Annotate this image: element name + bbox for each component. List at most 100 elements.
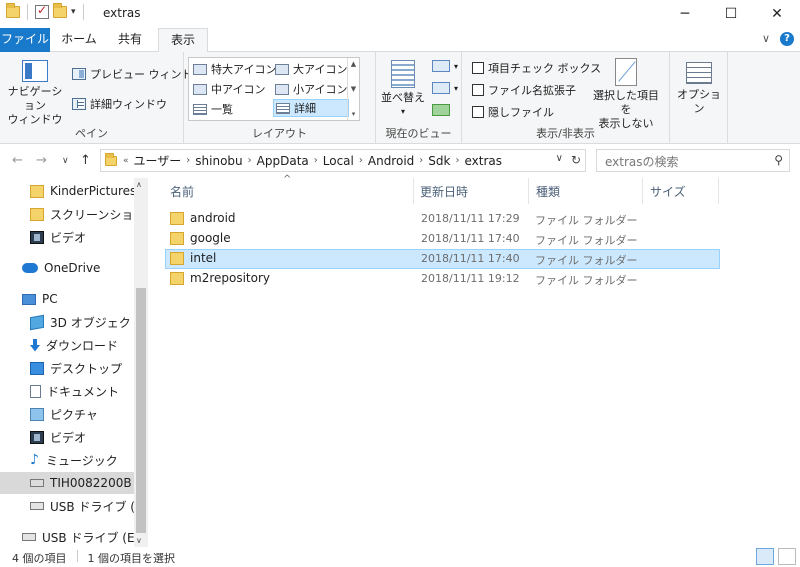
chevron-right-icon[interactable]: › [419,155,423,166]
forward-arrow-icon[interactable]: → [36,153,47,168]
tab-home[interactable]: ホーム [56,28,102,52]
column-header-name[interactable]: 名前 [170,178,194,204]
search-icon[interactable]: ⚲ [774,153,783,167]
sidebar-item-downloads[interactable]: ダウンロード [0,334,134,356]
scroll-up-icon[interactable]: ▲ [351,60,356,68]
scroll-up-icon[interactable]: ∧ [136,180,142,189]
column-header-size[interactable]: サイズ [650,178,686,204]
sidebar-scrollbar[interactable]: ∧ ∨ [134,178,148,547]
up-arrow-icon[interactable]: ↑ [80,153,91,168]
file-extensions[interactable]: ファイル名拡張子 [472,82,576,98]
sidebar-item-usb-e[interactable]: USB ドライブ (E:) [0,495,148,517]
tab-view[interactable]: 表示 [158,28,208,53]
ribbon-collapse-icon[interactable]: ∨ [762,32,770,46]
sidebar-item-pictures[interactable]: ピクチャ [0,403,134,425]
layout-large-icons[interactable]: 大アイコン [273,60,349,78]
layout-list[interactable]: 一覧 [191,100,235,118]
file-row[interactable]: m2repository 2018/11/11 19:12 ファイル フォルダー [165,269,720,289]
refresh-icon[interactable]: ↻ [571,153,581,167]
navigation-pane-label: ナビゲーション ウィンドウ [7,85,63,126]
layout-gallery-scroll[interactable]: ▲ ▼ ▾ [347,58,359,120]
chevron-right-icon[interactable]: › [314,155,318,166]
sidebar-item-drive-c[interactable]: TIH0082200B (C:) [0,472,148,494]
new-folder-icon[interactable] [53,3,67,18]
sidebar-item-screenshots[interactable]: スクリーンショット [0,203,148,225]
breadcrumb-local[interactable]: Local [323,154,354,168]
sort-by-button[interactable]: 並べ替え ▾ [380,60,426,119]
details-icon [276,102,290,114]
file-extensions-label: ファイル名拡張子 [488,84,576,97]
details-pane-button[interactable]: 詳細ウィンドウ [72,96,167,112]
maximize-button[interactable]: ☐ [708,0,754,28]
recent-locations-icon[interactable]: ∨ [62,156,69,166]
sidebar-item-videos[interactable]: ビデオ [0,226,134,248]
address-bar[interactable]: « ユーザー › shinobu › AppData › Local › Android… [100,149,586,172]
size-columns-button[interactable] [432,104,450,116]
details-view-icon[interactable] [756,548,774,565]
sidebar-scroll-thumb[interactable] [136,288,146,533]
add-columns-button[interactable]: ▾ [432,82,458,94]
layout-medium-icons[interactable]: 中アイコン [191,80,267,98]
column-divider[interactable] [413,178,414,204]
layout-small-icons[interactable]: 小アイコン [273,80,349,98]
back-arrow-icon[interactable]: ← [12,153,23,168]
column-divider[interactable] [718,178,719,204]
quick-access-toolbar: ▾ [6,3,87,20]
file-row-selected[interactable]: intel 2018/11/11 17:40 ファイル フォルダー [165,249,720,269]
group-by-button[interactable]: ▾ [432,60,458,72]
hidden-items-checkbox[interactable] [472,106,484,118]
breadcrumb-sdk[interactable]: Sdk [428,154,450,168]
breadcrumb-shinobu[interactable]: shinobu [195,154,242,168]
layout-details[interactable]: 詳細 [273,99,349,117]
sidebar-item-pc[interactable]: PC [0,288,134,310]
item-check-boxes-checkbox[interactable] [472,62,484,74]
scroll-down-icon[interactable]: ∨ [136,536,142,545]
search-box[interactable]: extrasの検索 ⚲ [596,149,790,172]
chevron-right-icon[interactable]: › [186,155,190,166]
hide-selected-button[interactable]: 選択した項目を 表示しない [588,58,664,131]
details-pane-icon [72,98,86,110]
chevron-right-icon[interactable]: › [248,155,252,166]
help-icon[interactable]: ? [780,32,794,46]
options-button[interactable]: オプション [674,62,724,116]
status-bar: 4 個の項目 1 個の項目を選択 [0,547,800,567]
breadcrumb-android[interactable]: Android [368,154,414,168]
minimize-button[interactable]: ─ [662,0,708,28]
sidebar-item-music[interactable]: ♪ ミュージック [0,449,134,471]
breadcrumb-overflow[interactable]: « [123,156,129,166]
column-divider[interactable] [528,178,529,204]
sidebar-item-3d-objects[interactable]: 3D オブジェクト [0,311,143,333]
layout-extra-large-icons[interactable]: 特大アイコン [191,60,278,78]
properties-icon[interactable] [35,3,49,19]
sidebar-item-onedrive[interactable]: OneDrive [0,257,134,279]
address-dropdown-icon[interactable]: ∨ [556,153,563,167]
sidebar-item-desktop[interactable]: デスクトップ [0,357,134,379]
breadcrumb-appdata[interactable]: AppData [257,154,309,168]
file-extensions-checkbox[interactable] [472,84,484,96]
close-button[interactable]: ✕ [754,0,800,28]
gallery-more-icon[interactable]: ▾ [352,110,356,118]
scroll-down-icon[interactable]: ▼ [351,85,356,93]
qat-dropdown-icon[interactable]: ▾ [71,7,76,17]
navigation-pane-button[interactable]: ナビゲーション ウィンドウ [4,60,66,127]
column-header-type[interactable]: 種類 [536,178,560,204]
sidebar-item-kinderpictures[interactable]: KinderPictures [0,180,136,202]
breadcrumb-users[interactable]: ユーザー [134,152,182,169]
sidebar-item-documents[interactable]: ドキュメント [0,380,134,402]
chevron-right-icon[interactable]: › [359,155,363,166]
breadcrumb-extras[interactable]: extras [464,154,502,168]
item-check-boxes[interactable]: 項目チェック ボックス [472,60,601,76]
chevron-right-icon[interactable]: › [455,155,459,166]
column-divider[interactable] [642,178,643,204]
tab-file[interactable]: ファイル [0,28,50,52]
sidebar-item-videos-2[interactable]: ビデオ [0,426,134,448]
column-header-date[interactable]: 更新日時 [420,178,468,204]
file-row[interactable]: google 2018/11/11 17:40 ファイル フォルダー [165,229,720,249]
tab-share[interactable]: 共有 [110,28,150,52]
large-icons-view-icon[interactable] [778,548,796,565]
file-row[interactable]: android 2018/11/11 17:29 ファイル フォルダー [165,209,720,229]
hidden-items[interactable]: 隠しファイル [472,104,554,120]
layout-item-label: 一覧 [211,103,233,116]
navigation-pane-icon [22,60,48,82]
sidebar-item-usb-e-root[interactable]: USB ドライブ (E:) [0,526,143,547]
